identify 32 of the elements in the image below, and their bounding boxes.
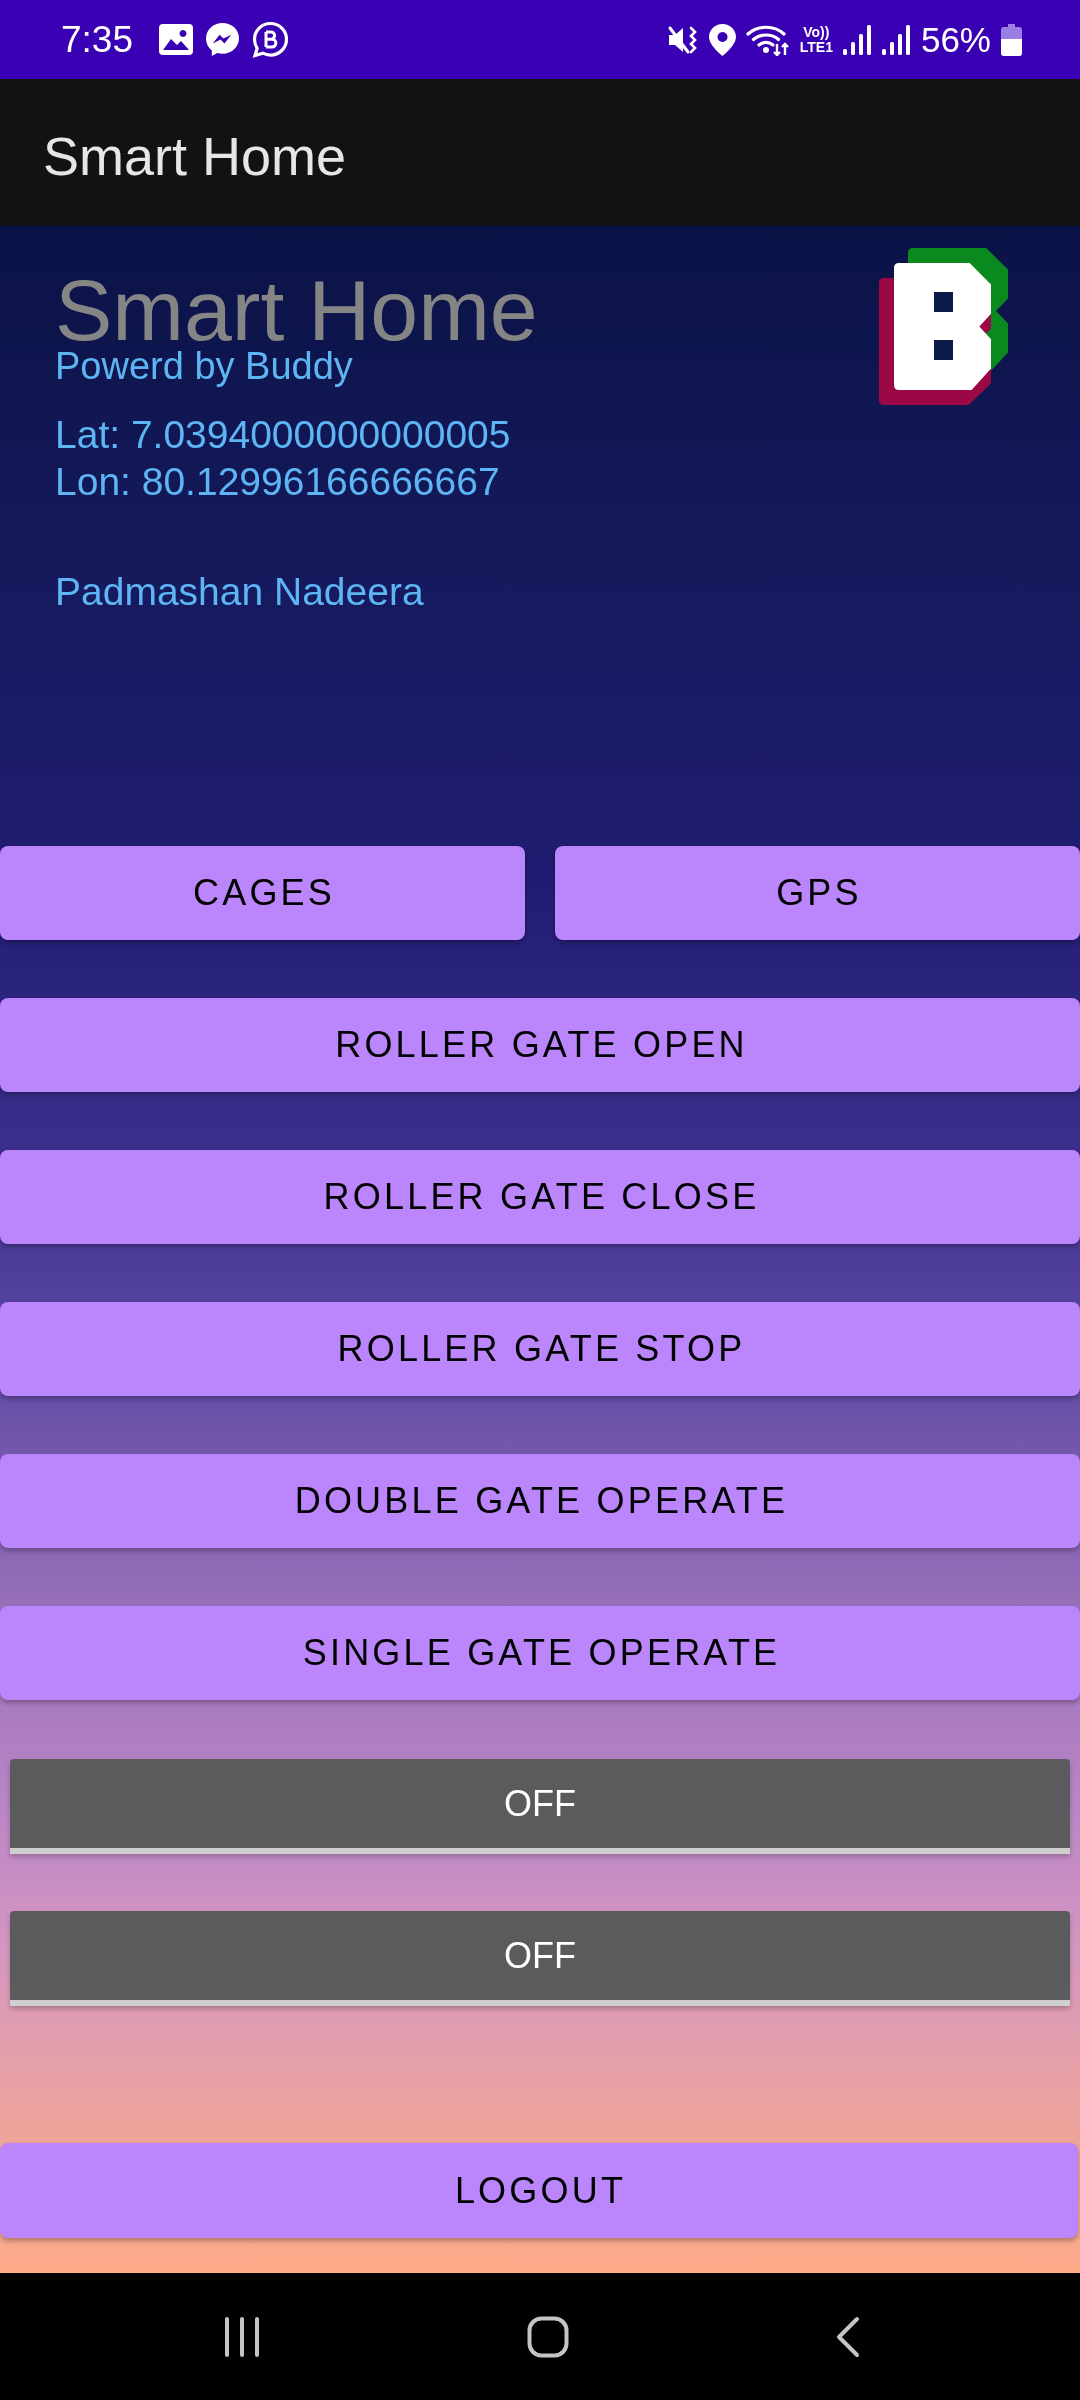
page-title: Smart Home	[55, 276, 538, 344]
logo-icon	[879, 248, 1009, 406]
latitude-text: Lat: 7.0394000000000005	[55, 412, 511, 458]
app-bar-title: Smart Home	[43, 124, 347, 187]
network-type-text: Vo))	[803, 24, 830, 40]
user-name-text: Padmashan Nadeera	[55, 569, 424, 615]
signal-icon	[881, 24, 911, 55]
toggle-button[interactable]: OFF	[10, 1911, 1070, 2006]
clock-text: 7:35	[61, 19, 133, 60]
action-button[interactable]: CAGES	[0, 846, 525, 940]
chat-bubble-icon	[252, 21, 289, 58]
battery-icon	[1001, 23, 1022, 56]
home-icon[interactable]	[527, 2315, 569, 2358]
longitude-text: Lon: 80.12996166666667	[55, 459, 500, 505]
signal-icon	[842, 24, 872, 55]
action-button[interactable]: GPS	[555, 846, 1080, 940]
action-button[interactable]: ROLLER GATE STOP	[0, 1302, 1080, 1396]
image-icon	[159, 24, 193, 55]
action-button[interactable]: SINGLE GATE OPERATE	[0, 1606, 1080, 1700]
recent-apps-icon[interactable]	[223, 2315, 261, 2358]
action-button[interactable]: ROLLER GATE OPEN	[0, 998, 1080, 1092]
back-icon[interactable]	[835, 2315, 861, 2358]
chat-bubble-icon	[205, 22, 240, 57]
logout-button[interactable]: LOGOUT	[0, 2143, 1078, 2238]
toggle-button[interactable]: OFF	[10, 1759, 1070, 1854]
wifi-icon	[745, 23, 790, 56]
action-button[interactable]: DOUBLE GATE OPERATE	[0, 1454, 1080, 1548]
battery-percent-text: 56%	[920, 19, 991, 60]
network-type-text: LTE1	[799, 39, 833, 55]
subtitle-text: Powerd by Buddy	[55, 344, 353, 388]
action-button[interactable]: ROLLER GATE CLOSE	[0, 1150, 1080, 1244]
location-icon	[708, 23, 736, 56]
